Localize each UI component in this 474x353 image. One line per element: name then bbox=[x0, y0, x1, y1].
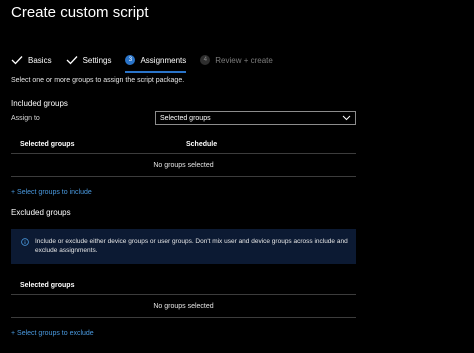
instruction-text: Select one or more groups to assign the … bbox=[11, 77, 185, 84]
empty-state-text: No groups selected bbox=[153, 162, 214, 169]
column-header-schedule: Schedule bbox=[186, 141, 218, 148]
step-number-badge: 3 bbox=[125, 55, 136, 65]
excluded-groups-table: Selected groups No groups selected bbox=[11, 276, 356, 318]
dropdown-value: Selected groups bbox=[160, 114, 211, 122]
table-empty-row: No groups selected bbox=[11, 295, 356, 318]
included-groups-heading: Included groups bbox=[11, 99, 68, 108]
step-basics[interactable]: Basics bbox=[11, 51, 52, 69]
table-empty-row: No groups selected bbox=[11, 154, 356, 177]
step-label: Settings bbox=[82, 55, 112, 65]
step-label: Assignments bbox=[140, 55, 187, 65]
page-title: Create custom script bbox=[11, 4, 149, 21]
step-review-create[interactable]: 4 Review + create bbox=[200, 51, 273, 69]
step-settings[interactable]: Settings bbox=[66, 51, 112, 69]
page: Create custom script Basics Settings 3 A… bbox=[0, 0, 474, 353]
checkmark-icon bbox=[66, 56, 78, 65]
checkmark-icon bbox=[11, 56, 23, 65]
excluded-groups-heading: Excluded groups bbox=[11, 208, 71, 217]
wizard-steps: Basics Settings 3 Assignments 4 Review +… bbox=[11, 50, 287, 73]
step-label: Basics bbox=[28, 55, 52, 65]
empty-state-text: No groups selected bbox=[153, 303, 214, 310]
step-label: Review + create bbox=[215, 55, 273, 65]
assign-to-label: Assign to bbox=[11, 115, 40, 122]
assign-to-dropdown[interactable]: Selected groups bbox=[155, 111, 356, 125]
column-header-selected-groups: Selected groups bbox=[20, 282, 75, 289]
chevron-down-icon bbox=[342, 115, 351, 121]
included-groups-table: Selected groups Schedule No groups selec… bbox=[11, 135, 356, 177]
select-groups-to-exclude-link[interactable]: + Select groups to exclude bbox=[11, 330, 94, 337]
table-header: Selected groups Schedule bbox=[11, 135, 356, 154]
table-header: Selected groups bbox=[11, 276, 356, 295]
info-icon bbox=[21, 238, 29, 246]
step-assignments[interactable]: 3 Assignments bbox=[125, 51, 187, 73]
column-header-selected-groups: Selected groups bbox=[20, 141, 75, 148]
info-banner-text: Include or exclude either device groups … bbox=[35, 238, 348, 254]
step-number-badge: 4 bbox=[200, 55, 211, 65]
info-banner: Include or exclude either device groups … bbox=[11, 229, 356, 264]
select-groups-to-include-link[interactable]: + Select groups to include bbox=[11, 189, 92, 196]
